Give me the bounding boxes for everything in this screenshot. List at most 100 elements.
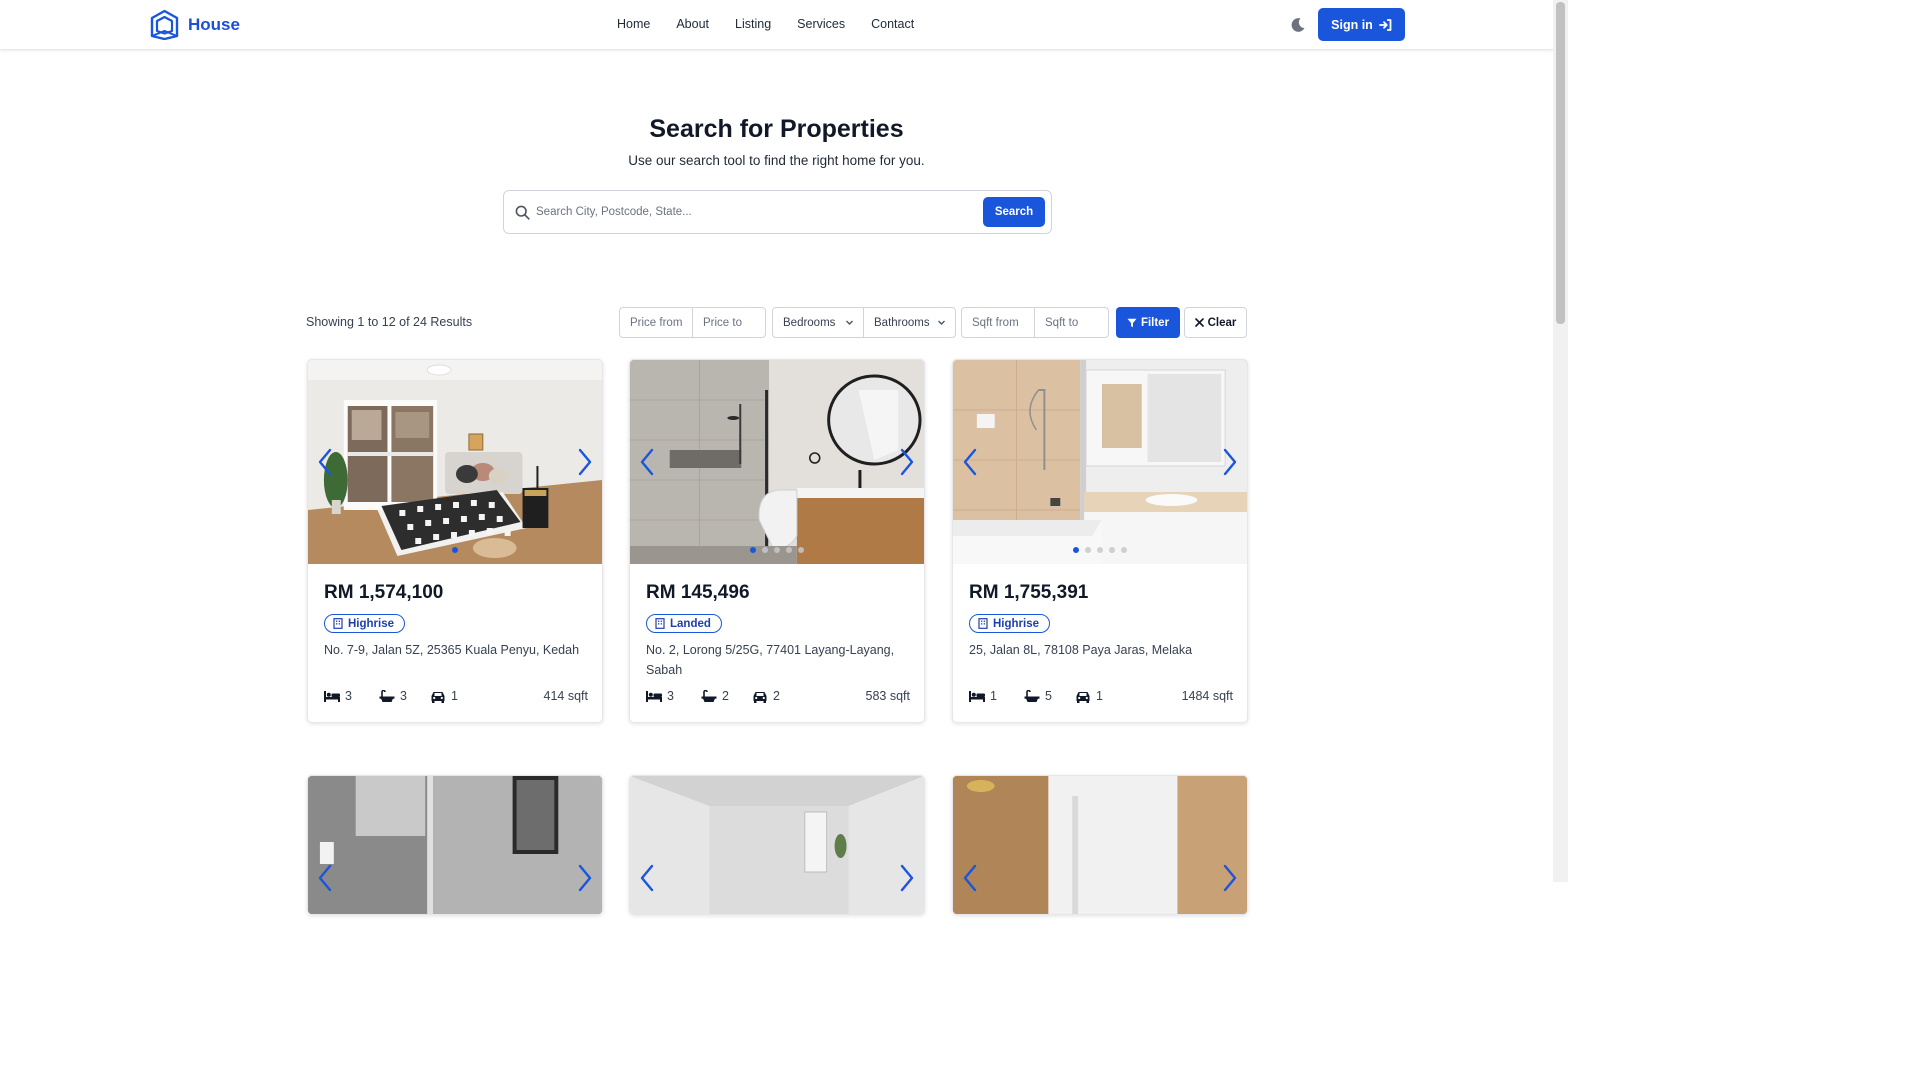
nav-link-listing[interactable]: Listing: [735, 17, 771, 31]
property-sqft: 583 sqft: [865, 689, 910, 703]
bathroom-photo: [630, 776, 924, 914]
bed-icon: [969, 690, 985, 702]
clear-button[interactable]: Clear: [1184, 307, 1247, 338]
sqft-from-input[interactable]: Sqft from: [962, 308, 1035, 337]
property-card[interactable]: [629, 775, 925, 915]
chevron-left-icon[interactable]: [317, 448, 333, 476]
property-card[interactable]: RM 1,755,391 Highrise 25, Jalan 8L, 7810…: [952, 359, 1248, 723]
carousel-dots: [953, 547, 1247, 553]
bedrooms-select[interactable]: Bedrooms: [773, 308, 864, 337]
close-icon: [1194, 318, 1204, 327]
nav-link-about[interactable]: About: [676, 17, 709, 31]
rooms-select-group: Bedrooms Bathrooms: [772, 307, 956, 338]
baths-count: 3: [400, 689, 407, 703]
bed-icon: [324, 690, 340, 702]
bath-icon: [1024, 689, 1040, 702]
chevron-right-icon[interactable]: [1222, 448, 1238, 476]
parking-count: 2: [773, 689, 780, 703]
price-from-input[interactable]: Price from: [620, 308, 693, 337]
carousel-dot[interactable]: [1073, 547, 1079, 553]
carousel-dot[interactable]: [798, 547, 804, 553]
property-address: No. 2, Lorong 5/25G, 77401 Layang-Layang…: [646, 643, 895, 677]
bath-icon: [379, 689, 395, 702]
chevron-left-icon[interactable]: [317, 864, 333, 892]
search-input[interactable]: [536, 201, 976, 223]
chevron-left-icon[interactable]: [962, 448, 978, 476]
baths-stat: 2: [701, 689, 729, 703]
chevron-left-icon[interactable]: [639, 864, 655, 892]
brand[interactable]: House: [150, 9, 240, 40]
chevron-right-icon[interactable]: [577, 864, 593, 892]
property-address: 25, Jalan 8L, 78108 Paya Jaras, Melaka: [969, 643, 1193, 657]
carousel-dot[interactable]: [762, 547, 768, 553]
parking-count: 1: [1096, 689, 1103, 703]
property-card[interactable]: [307, 775, 603, 915]
property-stats: 3 2 2 583 sqft: [646, 689, 910, 705]
search-button[interactable]: Search: [983, 197, 1045, 227]
chevron-down-icon: [938, 320, 945, 325]
property-photo-carousel[interactable]: [953, 776, 1247, 914]
property-photo-carousel[interactable]: [630, 360, 924, 564]
property-price: RM 145,496: [646, 582, 750, 603]
property-type-badge: Highrise: [969, 614, 1051, 633]
beds-stat: 1: [969, 689, 997, 703]
nav-link-services[interactable]: Services: [797, 17, 845, 31]
carousel-dot[interactable]: [774, 547, 780, 553]
beds-stat: 3: [646, 689, 674, 703]
property-type-label: Highrise: [348, 617, 395, 630]
price-range-group: Price from Price to: [619, 307, 766, 338]
chevron-right-icon[interactable]: [1222, 864, 1238, 892]
bathrooms-select[interactable]: Bathrooms: [864, 308, 955, 337]
property-sqft: 414 sqft: [543, 689, 588, 703]
property-card[interactable]: RM 145,496 Landed No. 2, Lorong 5/25G, 7…: [629, 359, 925, 723]
property-price: RM 1,574,100: [324, 582, 444, 603]
building-icon: [333, 618, 343, 629]
property-card[interactable]: [952, 775, 1248, 915]
property-card[interactable]: RM 1,574,100 Highrise No. 7-9, Jalan 5Z,…: [307, 359, 603, 723]
page-subtitle: Use our search tool to find the right ho…: [628, 153, 925, 168]
carousel-dot[interactable]: [452, 547, 458, 553]
car-icon: [753, 691, 767, 703]
carousel-dot[interactable]: [1097, 547, 1103, 553]
sign-in-label: Sign in: [1331, 17, 1373, 32]
chevron-down-icon: [846, 320, 853, 325]
price-to-input[interactable]: Price to: [693, 308, 765, 337]
search-icon: [515, 205, 530, 220]
baths-count: 2: [722, 689, 729, 703]
brand-name[interactable]: House: [188, 15, 240, 35]
property-photo-carousel[interactable]: [953, 360, 1247, 564]
nav-link-contact[interactable]: Contact: [871, 17, 914, 31]
carousel-dot[interactable]: [786, 547, 792, 553]
property-type-badge: Highrise: [324, 614, 406, 633]
chevron-left-icon[interactable]: [962, 864, 978, 892]
scrollbar-thumb[interactable]: [1556, 2, 1565, 324]
filter-button[interactable]: Filter: [1116, 307, 1180, 338]
chevron-right-icon[interactable]: [577, 448, 593, 476]
sign-in-button[interactable]: Sign in: [1318, 8, 1405, 41]
parking-count: 1: [451, 689, 458, 703]
building-icon: [978, 618, 988, 629]
bathroom-photo: [630, 360, 924, 564]
carousel-dot[interactable]: [1121, 547, 1127, 553]
nav-links: Home About Listing Services Contact: [617, 17, 914, 31]
moon-icon[interactable]: [1290, 17, 1306, 33]
bathrooms-label: Bathrooms: [874, 316, 930, 329]
property-photo-carousel[interactable]: [308, 776, 602, 914]
parking-stat: 1: [430, 689, 458, 703]
beds-count: 1: [990, 689, 997, 703]
property-address: No. 7-9, Jalan 5Z, 25365 Kuala Penyu, Ke…: [324, 643, 580, 657]
page-scrollbar[interactable]: [1553, 0, 1568, 882]
chevron-left-icon[interactable]: [639, 448, 655, 476]
property-photo-carousel[interactable]: [630, 776, 924, 914]
sqft-to-input[interactable]: Sqft to: [1035, 308, 1108, 337]
nav-link-home[interactable]: Home: [617, 17, 650, 31]
chevron-right-icon[interactable]: [899, 864, 915, 892]
property-stats: 3 3 1 414 sqft: [324, 689, 588, 705]
carousel-dot[interactable]: [750, 547, 756, 553]
carousel-dot[interactable]: [1085, 547, 1091, 553]
bathroom-photo: [953, 776, 1247, 914]
chevron-right-icon[interactable]: [899, 448, 915, 476]
carousel-dot[interactable]: [1109, 547, 1115, 553]
property-photo-carousel[interactable]: [308, 360, 602, 564]
property-sqft: 1484 sqft: [1181, 689, 1233, 703]
